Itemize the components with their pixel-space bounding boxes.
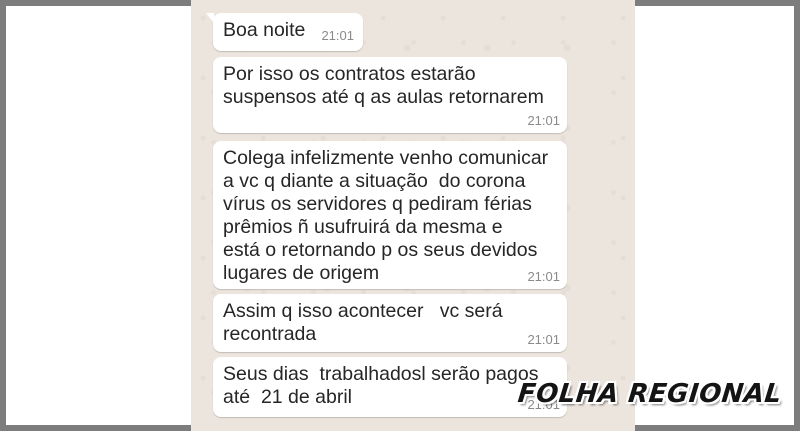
message-timestamp: 21:01 — [527, 332, 560, 347]
chat-conversation[interactable]: Boa noite 21:01 Por isso os contratos es… — [191, 0, 635, 431]
message-bubble[interactable]: Colega infelizmente venho comunicar a vc… — [213, 141, 567, 289]
message-timestamp: 21:01 — [321, 28, 354, 43]
bubble-tail — [206, 13, 214, 23]
message-bubble[interactable]: Boa noite 21:01 — [206, 13, 363, 51]
message-text: Seus dias trabalhadosl serão pagos até 2… — [223, 363, 539, 408]
message-timestamp: 21:01 — [527, 113, 560, 128]
message-text: Colega infelizmente venho comunicar a vc… — [223, 147, 549, 284]
message-text: Boa noite — [223, 19, 306, 41]
folha-regional-watermark: FOLHA REGIONAL — [516, 379, 784, 409]
message-bubble[interactable]: Seus dias trabalhadosl serão pagos até 2… — [213, 357, 567, 417]
message-text: Assim q isso acontecer vc será recontrad… — [223, 300, 503, 345]
message-text: Por isso os contratos estarão suspensos … — [223, 63, 544, 108]
message-bubble[interactable]: Assim q isso acontecer vc será recontrad… — [213, 294, 567, 352]
message-bubble[interactable]: Por isso os contratos estarão suspensos … — [213, 57, 567, 133]
message-timestamp: 21:01 — [527, 269, 560, 284]
